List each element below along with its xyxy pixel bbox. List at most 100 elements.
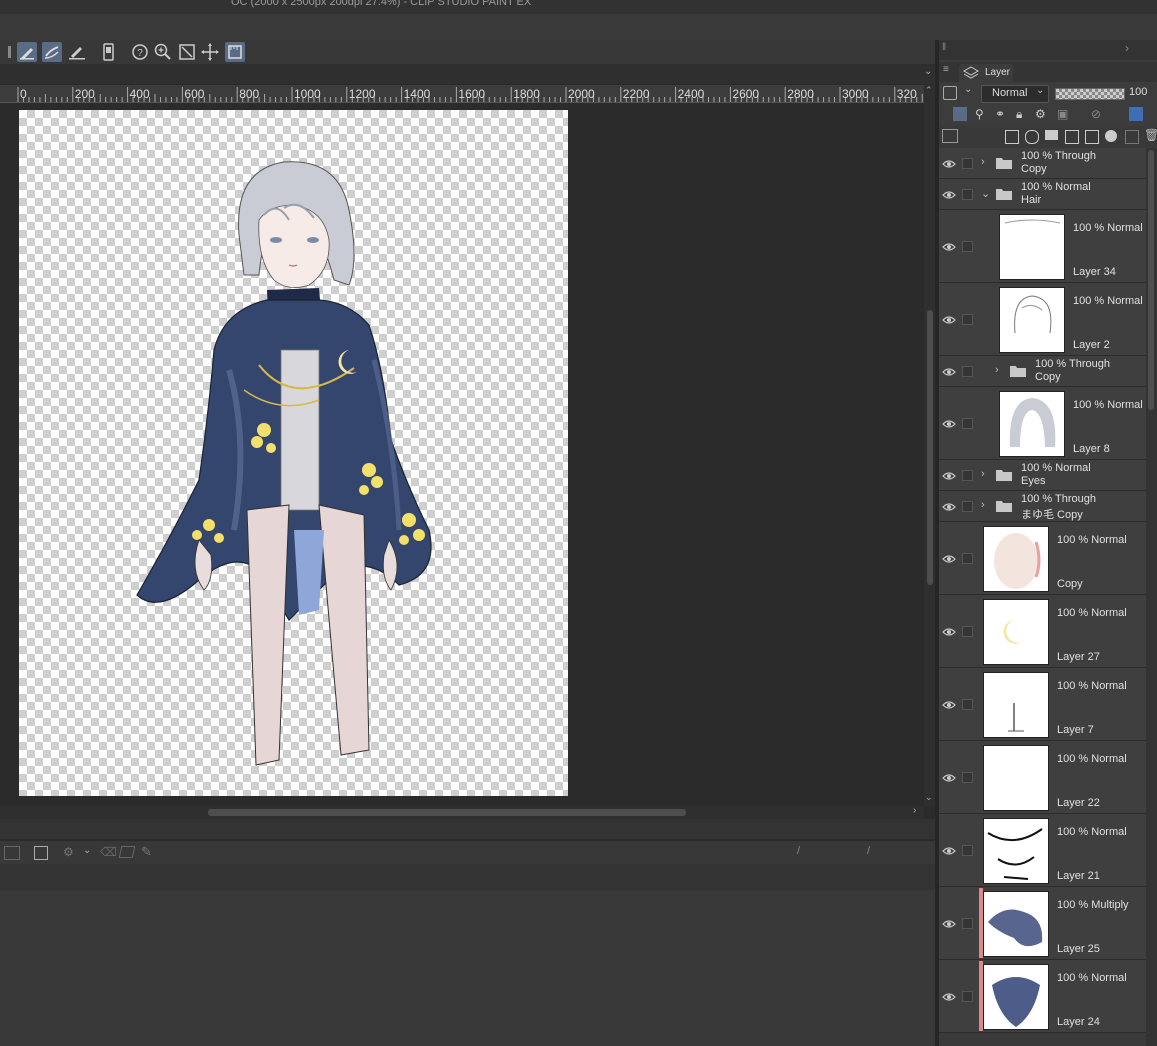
fit-icon[interactable] bbox=[177, 42, 197, 62]
panel-option-icon[interactable] bbox=[942, 129, 958, 143]
layer-name[interactable]: Hair bbox=[1021, 194, 1041, 206]
eye-icon[interactable] bbox=[942, 918, 956, 928]
ruler-toggle-icon[interactable]: ▣ bbox=[1057, 107, 1068, 121]
layer-name[interactable]: Layer 25 bbox=[1057, 943, 1100, 955]
eye-icon[interactable] bbox=[942, 158, 956, 168]
layer-checkbox[interactable] bbox=[962, 366, 973, 377]
layer-row[interactable]: 100 % Normal Layer 8 bbox=[939, 387, 1146, 460]
chevron-right-icon[interactable]: › bbox=[995, 364, 999, 376]
layer-name[interactable]: Layer 24 bbox=[1057, 1016, 1100, 1028]
scroll-down-icon[interactable]: ⌄ bbox=[925, 792, 933, 803]
canvas-area[interactable] bbox=[0, 103, 924, 806]
layer-checkbox[interactable] bbox=[962, 991, 973, 1002]
eye-icon[interactable] bbox=[942, 626, 956, 636]
layer-row[interactable]: 100 % Normal Layer 24 bbox=[939, 960, 1146, 1033]
layer-checkbox[interactable] bbox=[962, 314, 973, 325]
ruler-pen-icon[interactable] bbox=[67, 42, 87, 62]
tool-settings-icon[interactable]: ⚙ bbox=[63, 845, 74, 859]
apply-mask-icon[interactable] bbox=[1125, 130, 1139, 144]
layer-checkbox[interactable] bbox=[962, 918, 973, 929]
layer-thumbnail[interactable] bbox=[983, 672, 1049, 738]
eye-icon[interactable] bbox=[942, 699, 956, 709]
layer-checkbox[interactable] bbox=[962, 845, 973, 856]
layer-row[interactable]: 100 % Normal Layer 34 bbox=[939, 210, 1146, 283]
scroll-up-icon[interactable]: ⌃ bbox=[925, 85, 933, 96]
trash-icon[interactable]: 🗑︎ bbox=[1144, 128, 1157, 142]
layer-checkbox[interactable] bbox=[962, 699, 973, 710]
mask-icon[interactable]: ⚙ bbox=[1035, 107, 1046, 121]
layer-thumbnail[interactable] bbox=[983, 891, 1049, 957]
layer-thumbnail[interactable] bbox=[983, 526, 1049, 592]
layer-row[interactable]: 100 % Normal Layer 2 bbox=[939, 283, 1146, 356]
layer-copy-icon[interactable] bbox=[34, 846, 48, 860]
horizontal-scroll-thumb[interactable] bbox=[208, 809, 686, 816]
layer-name[interactable]: Copy bbox=[1057, 578, 1083, 590]
blend-mode-select[interactable]: Normal ⌄ bbox=[981, 85, 1049, 103]
layer-thumbnail[interactable] bbox=[999, 391, 1065, 457]
layer-row[interactable]: 100 % Normal Layer 21 bbox=[939, 814, 1146, 887]
chevron-down-icon[interactable]: ⌄ bbox=[981, 187, 990, 200]
eye-icon[interactable] bbox=[942, 470, 956, 480]
layer-name[interactable]: Layer 7 bbox=[1057, 724, 1094, 736]
transform-icon[interactable] bbox=[118, 846, 136, 858]
canvas-paper[interactable] bbox=[19, 110, 568, 796]
new-raster-layer-icon[interactable] bbox=[1005, 130, 1019, 144]
eye-icon[interactable] bbox=[942, 418, 956, 428]
new-folder-icon[interactable] bbox=[1045, 130, 1058, 140]
layer-list-scroll-thumb[interactable] bbox=[1148, 150, 1154, 410]
device-icon[interactable] bbox=[98, 42, 118, 62]
tab-layer[interactable]: Layer bbox=[959, 64, 1013, 82]
grip-icon[interactable]: ‖ bbox=[942, 42, 946, 53]
layer-row[interactable]: › 100 % Through Copy bbox=[939, 148, 1146, 179]
layer-row[interactable]: ⌄ 100 % Normal Hair bbox=[939, 179, 1146, 210]
opacity-slider[interactable] bbox=[1055, 88, 1125, 100]
chevron-right-icon[interactable]: › bbox=[981, 499, 985, 511]
layer-thumbnail[interactable] bbox=[999, 287, 1065, 353]
layer-name[interactable]: Layer 34 bbox=[1073, 266, 1116, 278]
layer-name[interactable]: Copy bbox=[1021, 163, 1047, 175]
pen-icon[interactable] bbox=[17, 42, 37, 62]
mask-create-icon[interactable] bbox=[1105, 130, 1117, 142]
menu-icon[interactable]: ≡ bbox=[943, 64, 949, 75]
layer-checkbox[interactable] bbox=[962, 553, 973, 564]
scroll-right-icon[interactable]: › bbox=[913, 805, 916, 816]
layer-name[interactable]: Layer 8 bbox=[1073, 443, 1110, 455]
layer-name[interactable]: Layer 27 bbox=[1057, 651, 1100, 663]
layer-name[interactable]: まゆ毛 Copy bbox=[1021, 506, 1083, 522]
combine-icon[interactable] bbox=[1085, 130, 1099, 144]
layer-row[interactable]: › 100 % Through Copy bbox=[939, 356, 1146, 387]
layer-checkbox[interactable] bbox=[962, 241, 973, 252]
lock-icon[interactable]: 🔒︎ bbox=[1016, 107, 1022, 122]
layer-checkbox[interactable] bbox=[962, 470, 973, 481]
chevron-right-icon[interactable]: › bbox=[981, 468, 985, 480]
eye-icon[interactable] bbox=[942, 845, 956, 855]
layer-checkbox[interactable] bbox=[962, 418, 973, 429]
clip-icon[interactable]: ⚲ bbox=[975, 107, 984, 121]
layer-row[interactable]: 100 % Multiply Layer 25 bbox=[939, 887, 1146, 960]
eye-icon[interactable] bbox=[942, 241, 956, 251]
opacity-value[interactable]: 100 bbox=[1129, 86, 1147, 98]
zoom-in-icon[interactable] bbox=[153, 42, 173, 62]
vertical-scroll-thumb[interactable] bbox=[927, 310, 933, 585]
layer-row[interactable]: › 100 % Normal Eyes bbox=[939, 460, 1146, 491]
chevron-right-icon[interactable]: › bbox=[1125, 41, 1129, 55]
layer-row[interactable]: › 100 % Through まゆ毛 Copy bbox=[939, 491, 1146, 522]
layer-row[interactable]: 100 % Normal Copy bbox=[939, 522, 1146, 595]
layer-name[interactable]: Layer 2 bbox=[1073, 339, 1110, 351]
draft-icon[interactable]: ⊘ bbox=[1091, 107, 1101, 121]
eye-icon[interactable] bbox=[942, 991, 956, 1001]
chevron-down-icon[interactable]: ⌄ bbox=[83, 845, 91, 856]
layer-name[interactable]: Layer 21 bbox=[1057, 870, 1100, 882]
layer-thumbnail[interactable] bbox=[983, 818, 1049, 884]
new-layer-icon[interactable] bbox=[4, 846, 20, 860]
ruler-icon[interactable] bbox=[225, 42, 245, 62]
layer-row[interactable]: 100 % Normal Layer 27 bbox=[939, 595, 1146, 668]
chevron-right-icon[interactable]: › bbox=[981, 156, 985, 168]
eye-icon[interactable] bbox=[942, 366, 956, 376]
chevron-down-icon[interactable]: ⌄ bbox=[924, 66, 932, 77]
layer-name[interactable]: Layer 22 bbox=[1057, 797, 1100, 809]
eye-icon[interactable] bbox=[942, 501, 956, 511]
eye-icon[interactable] bbox=[942, 314, 956, 324]
layer-checkbox[interactable] bbox=[962, 626, 973, 637]
layer-thumbnail[interactable] bbox=[983, 964, 1049, 1030]
